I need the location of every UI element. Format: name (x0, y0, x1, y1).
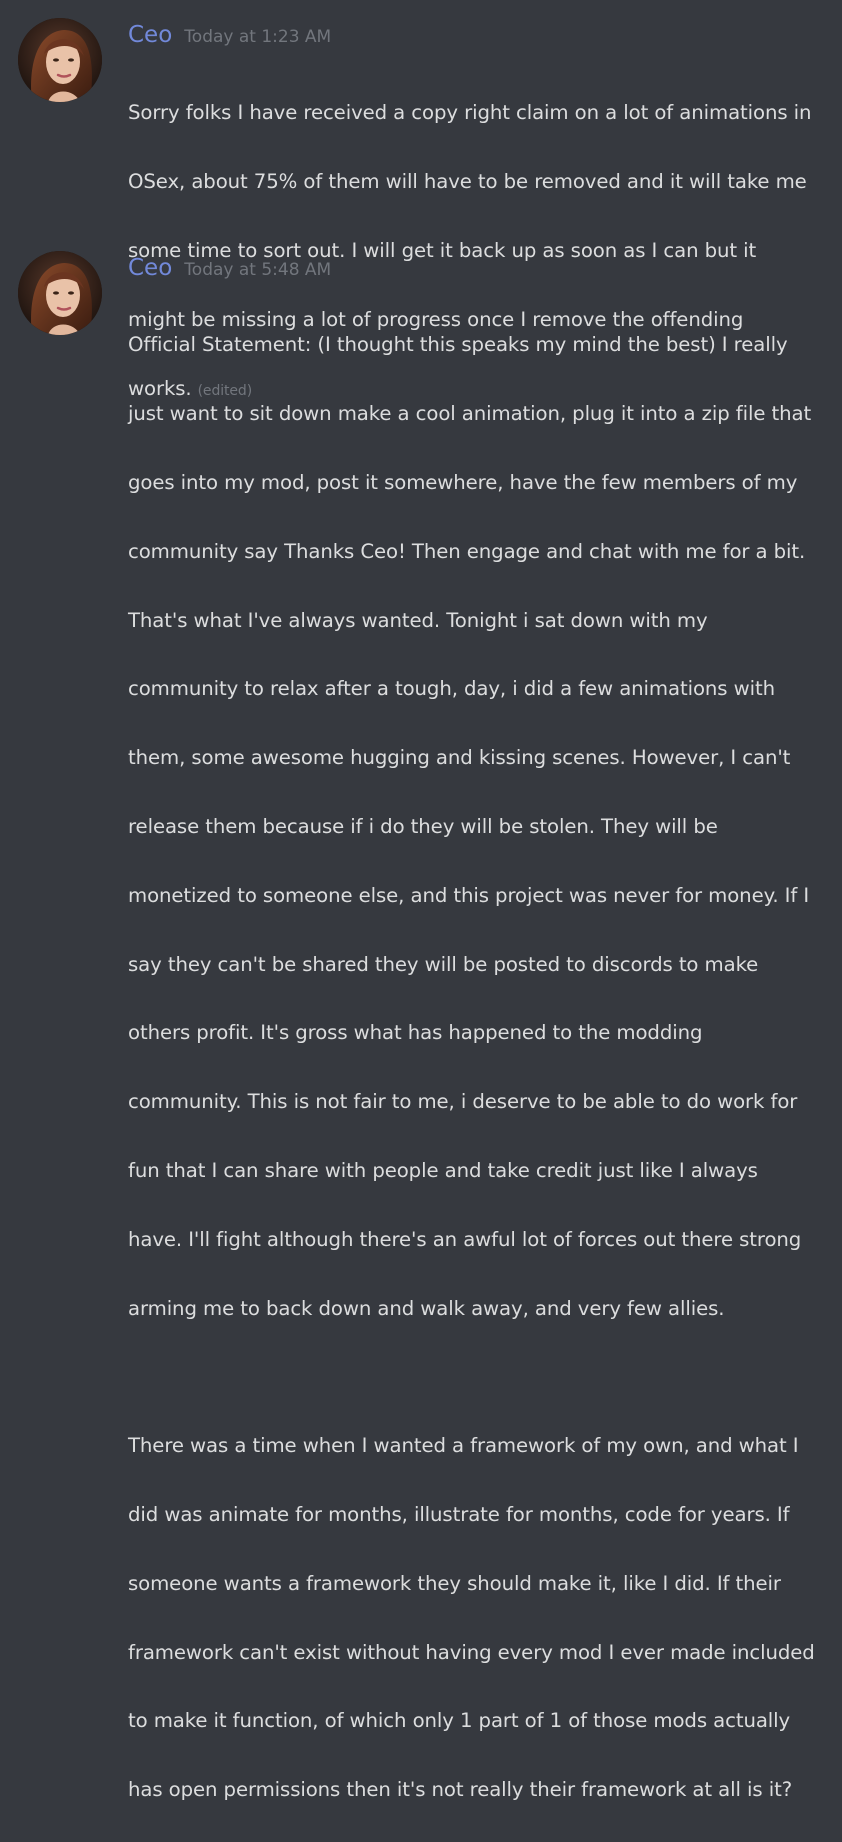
message-line: say they can't be shared they will be po… (128, 952, 759, 976)
message-header: Ceo Today at 5:48 AM (128, 255, 331, 291)
username[interactable]: Ceo (128, 255, 172, 281)
message-line: goes into my mod, post it somewhere, hav… (128, 471, 798, 494)
username[interactable]: Ceo (128, 22, 172, 48)
message-line: framework can't exist without having eve… (128, 1640, 815, 1664)
user-avatar[interactable] (18, 251, 102, 335)
message-line: them, some awesome hugging and kissing s… (128, 746, 791, 770)
avatar-image (18, 251, 102, 335)
user-avatar[interactable] (18, 18, 102, 102)
message-line: has open permissions then it's not reall… (128, 1778, 793, 1802)
message-line: community to relax after a tough, day, i… (128, 677, 775, 701)
message-line: someone wants a framework they should ma… (128, 1571, 781, 1595)
message-line: community. This is not fair to me, i des… (128, 1090, 798, 1114)
message-line: monetized to someone else, and this proj… (128, 883, 810, 907)
message-line: Official Statement: (I thought this spea… (128, 333, 788, 357)
message-content: Official Statement: (I thought this spea… (128, 294, 832, 1842)
message-line: release them because if i do they will b… (128, 814, 718, 838)
message-line: Sorry folks I have received a copy right… (128, 101, 812, 125)
message-line: just want to sit down make a cool animat… (128, 402, 812, 426)
timestamp: Today at 1:23 AM (184, 27, 332, 47)
message-line: fun that I can share with people and tak… (128, 1158, 758, 1182)
message-line: There was a time when I wanted a framewo… (128, 1434, 799, 1458)
message-line: have. I'll fight although there's an awf… (128, 1227, 802, 1251)
message-line: arming me to back down and walk away, an… (128, 1296, 725, 1320)
message-line: did was animate for months, illustrate f… (128, 1502, 790, 1526)
message-header: Ceo Today at 1:23 AM (128, 22, 331, 58)
message-line: community say Thanks Ceo! Then engage an… (128, 539, 806, 563)
message-line: OSex, about 75% of them will have to be … (128, 170, 807, 194)
avatar-image (18, 18, 102, 102)
chat-messages: Ceo Today at 1:23 AM Sorry folks I have r… (0, 0, 842, 1801)
timestamp: Today at 5:48 AM (184, 260, 332, 280)
message-line: That's what I've always wanted. Tonight … (128, 608, 708, 632)
message-line: to make it function, of which only 1 par… (128, 1709, 791, 1733)
message-line: others profit. It's gross what has happe… (128, 1021, 703, 1045)
